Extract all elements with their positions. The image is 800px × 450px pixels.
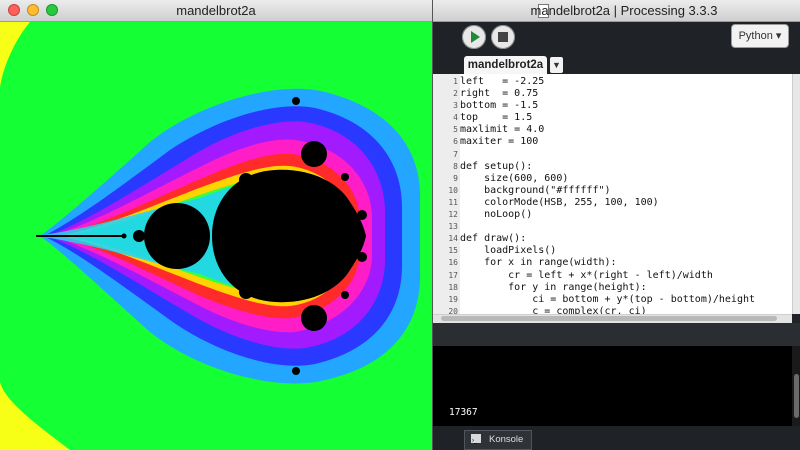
editor-tabstrip: mandelbrot2a ▼ [433,56,800,74]
line-number: 19 [448,294,458,304]
code-line[interactable]: 13 [433,221,755,233]
line-number: 11 [448,197,458,207]
code-text: colorMode(HSB, 255, 100, 100) [460,196,659,208]
code-line[interactable]: 4 top = 1.5 [433,112,755,124]
code-text: size(600, 600) [460,172,569,184]
ide-window-title: mandelbrot2a | Processing 3.3.3 [530,3,718,18]
terminal-icon [471,432,481,450]
ide-toolbar: Python ▾ [433,22,800,56]
tab-menu-chevron-down-icon[interactable]: ▼ [550,57,563,73]
sketch-window: mandelbrot2a [0,0,432,450]
line-number: 2 [453,89,458,99]
code-text: def setup(): [460,160,533,172]
code-line[interactable]: 11 colorMode(HSB, 255, 100, 100) [433,197,755,209]
code-text: def draw(): [460,233,527,245]
mode-selector[interactable]: Python ▾ [731,24,789,48]
stop-button[interactable] [491,25,515,49]
sketch-window-title: mandelbrot2a [176,3,256,18]
code-text: loadPixels() [460,245,557,257]
code-text: bottom = -1.5 [460,100,539,112]
console-tab[interactable]: Konsole [464,430,533,450]
code-text: maxlimit = 4.0 [460,124,545,136]
console-tab-label: Konsole [489,434,524,445]
line-number: 18 [448,282,458,292]
code-line[interactable]: 1 left = -2.25 [433,76,755,88]
line-number: 13 [448,222,458,232]
console-scroll-thumb[interactable] [794,374,799,418]
editor-console-divider[interactable] [433,323,800,346]
console-output: 17367 [449,407,478,418]
code-line[interactable]: 19 ci = bottom + y*(top - bottom)/height [433,294,755,306]
code-text: for y in range(height): [460,281,647,293]
line-number: 8 [453,161,458,171]
code-text: maxiter = 100 [460,136,539,148]
line-number: 4 [453,113,458,123]
code-text: ci = bottom + y*(top - bottom)/height [460,293,756,305]
ide-titlebar: mandelbrot2a | Processing 3.3.3 [433,0,800,22]
code-text: c = complex(cr, ci) [460,305,647,314]
code-line[interactable]: 15 loadPixels() [433,245,755,257]
ide-window: mandelbrot2a | Processing 3.3.3 Python ▾… [432,0,800,450]
code-text: cr = left + x*(right - left)/width [460,269,713,281]
code-line[interactable]: 10 background("#ffffff") [433,185,755,197]
line-number: 14 [448,234,458,244]
console-scrollbar[interactable] [792,346,800,426]
line-number: 16 [448,258,458,268]
code-line[interactable]: 6 maxiter = 100 [433,136,755,148]
code-text: top = 1.5 [460,112,533,124]
code-editor[interactable]: 1 left = -2.25 2 right = 0.75 3 bottom = -1.5… [433,74,792,314]
code-line[interactable]: 5 maxlimit = 4.0 [433,124,755,136]
editor-horizontal-scroll-thumb[interactable] [441,316,777,321]
sketch-titlebar: mandelbrot2a [0,0,432,22]
code-line[interactable]: 12 noLoop() [433,209,755,221]
console-area: 17367 [433,346,792,426]
code-line[interactable]: 18 for y in range(height): [433,282,755,294]
line-number: 6 [453,137,458,147]
code-line[interactable]: 14 def draw(): [433,233,755,245]
code-lines: 1 left = -2.25 2 right = 0.75 3 bottom = -1.5… [433,76,755,314]
line-number: 5 [453,125,458,135]
line-number: 7 [453,149,458,159]
line-number: 20 [448,306,458,314]
code-line[interactable]: 9 size(600, 600) [433,173,755,185]
line-number: 1 [453,77,458,86]
editor-horizontal-scrollbar[interactable] [433,314,792,323]
code-line[interactable]: 7 [433,149,755,161]
line-number: 17 [448,270,458,280]
code-line[interactable]: 3 bottom = -1.5 [433,100,755,112]
code-text: noLoop() [460,209,533,221]
line-number: 3 [453,101,458,111]
editor-vertical-scrollbar[interactable] [792,74,800,314]
code-text: left = -2.25 [460,76,545,87]
code-text: for x in range(width): [460,257,617,269]
code-line[interactable]: 8 def setup(): [433,161,755,173]
run-button[interactable] [462,25,486,49]
code-text: right = 0.75 [460,88,539,100]
sketch-canvas [0,22,432,450]
ide-footer: Konsole [433,426,800,450]
line-number: 15 [448,246,458,256]
line-number: 10 [448,185,458,195]
code-line[interactable]: 17 cr = left + x*(right - left)/width [433,270,755,282]
code-line[interactable]: 16 for x in range(width): [433,257,755,269]
code-text: background("#ffffff") [460,184,611,196]
code-line[interactable]: 20 c = complex(cr, ci) [433,306,755,314]
line-number: 12 [448,210,458,220]
code-line[interactable]: 2 right = 0.75 [433,88,755,100]
tab-mandelbrot2a[interactable]: mandelbrot2a [464,56,547,74]
line-number: 9 [453,173,458,183]
